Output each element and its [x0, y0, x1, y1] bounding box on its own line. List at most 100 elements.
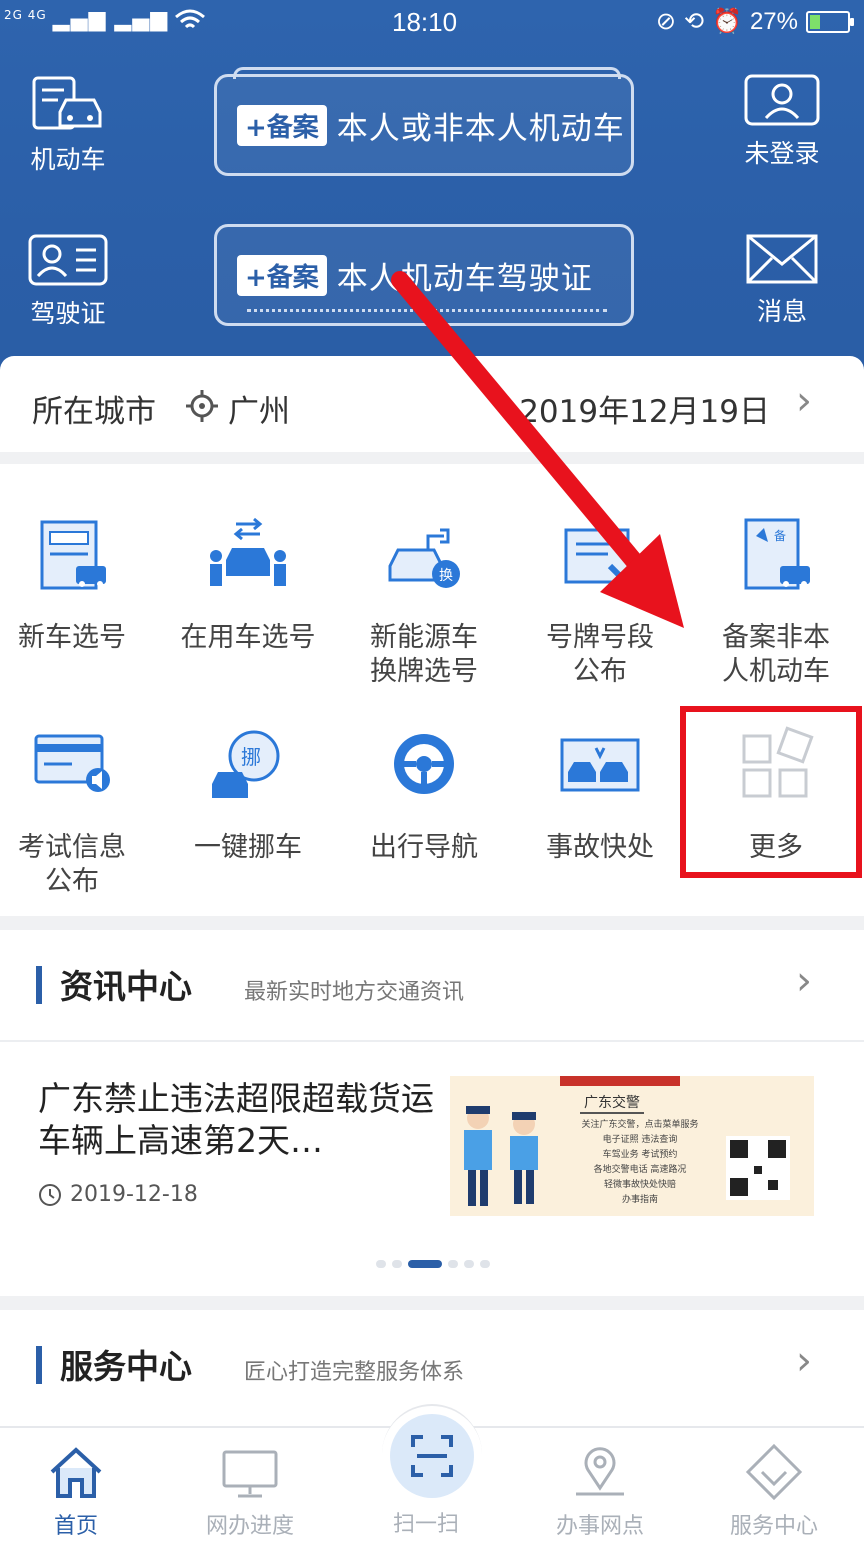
register-vehicle-card[interactable]: +备案 本人或非本人机动车 — [214, 67, 634, 176]
nav-label: 办事网点 — [555, 1514, 644, 1539]
register-badge: +备案 — [237, 254, 327, 296]
wifi-icon — [175, 9, 206, 29]
nav-service-center[interactable]: 服务中心 — [688, 1442, 860, 1540]
chevron-right-icon[interactable]: › — [796, 1338, 812, 1384]
nav-scan[interactable]: 扫一扫 — [340, 1442, 512, 1538]
news-section: 资讯中心 最新实时地方交通资讯 › 广东禁止违法超限超载货运车辆上高速第2天… … — [0, 930, 864, 1296]
used-car-plate-icon — [210, 517, 286, 586]
home-icon — [50, 1447, 102, 1498]
news-article-date: 2019-12-18 — [70, 1182, 198, 1207]
message-label: 消息 — [756, 297, 807, 326]
vehicle-tile[interactable]: 机动车 — [8, 72, 128, 176]
thumb-lines: 关注广东交警，点击菜单服务 电子证照 违法查询 车驾业务 考试预约 各地交警电话… — [581, 1120, 699, 1205]
thumb-caption: 广东交警 — [580, 1092, 644, 1114]
login-tile[interactable]: 未登录 — [722, 72, 842, 170]
nav-label: 首页 — [53, 1514, 98, 1539]
alarm-icon: ⏰ — [712, 8, 742, 35]
signal-indicator: 2G 4G ▂▄▆ ▂▄▆ — [4, 8, 206, 32]
pager-dot[interactable] — [376, 1260, 386, 1268]
register-license-text: 本人机动车驾驶证 — [336, 260, 593, 297]
battery-percent: 27% — [749, 7, 798, 35]
nav-home[interactable]: 首页 — [0, 1442, 162, 1540]
svg-text:换: 换 — [439, 567, 453, 584]
service-navigation[interactable]: 出行导航 — [338, 726, 510, 865]
accident-icon — [560, 738, 640, 792]
service-plate-segment[interactable]: 号牌号段 公布 — [514, 516, 686, 689]
ev-car-icon: 换 — [388, 528, 460, 588]
news-thumbnail[interactable]: 广东交警 关注广东交警，点击菜单服务 电子证照 违法查询 车驾业务 考试预约 各… — [450, 1076, 814, 1216]
service-label: 新能源车 换牌选号 — [370, 622, 478, 687]
service-label: 一键挪车 — [194, 832, 302, 863]
service-label: 备案非本 人机动车 — [722, 622, 830, 687]
pager-dot[interactable] — [408, 1260, 442, 1268]
battery-icon — [806, 10, 854, 33]
exam-info-icon — [34, 734, 110, 792]
mute-icon: ⊘ — [655, 8, 676, 35]
city-name[interactable]: 广州 — [228, 386, 290, 431]
news-subtitle: 最新实时地方交通资讯 — [244, 980, 465, 1005]
register-badge: +备案 — [237, 104, 327, 146]
service-new-car-plate[interactable]: 新车选号 — [0, 516, 158, 655]
chevron-right-icon[interactable]: › — [796, 378, 812, 424]
news-article-date-row: 2019-12-18 — [38, 1182, 198, 1207]
service-label: 新车选号 — [18, 622, 126, 653]
service-accident[interactable]: 事故快处 — [514, 726, 686, 865]
register-car-icon: 备 — [744, 518, 810, 590]
pager-dot[interactable] — [448, 1260, 458, 1268]
svg-text:挪: 挪 — [241, 745, 261, 769]
login-label: 未登录 — [744, 139, 820, 168]
service-move-car[interactable]: 挪 一键挪车 — [162, 726, 334, 865]
service-diamond-icon — [745, 1443, 803, 1501]
pager-dot[interactable] — [480, 1260, 490, 1268]
nav-label: 扫一扫 — [392, 1512, 459, 1537]
clock-icon — [39, 1183, 61, 1206]
pager-dot[interactable] — [392, 1260, 402, 1268]
news-article-title[interactable]: 广东禁止违法超限超载货运车辆上高速第2天… — [38, 1078, 438, 1162]
car-icon — [32, 76, 102, 130]
service-center-subtitle: 匠心打造完整服务体系 — [244, 1360, 465, 1385]
service-ev-car[interactable]: 换 新能源车 换牌选号 — [338, 516, 510, 689]
steering-wheel-icon — [394, 734, 454, 794]
vehicle-label: 机动车 — [30, 145, 106, 174]
service-exam-info[interactable]: 考试信息 公布 — [0, 726, 158, 899]
monitor-icon — [222, 1450, 278, 1498]
news-header[interactable]: 资讯中心 最新实时地方交通资讯 › — [0, 930, 864, 1040]
user-icon — [744, 74, 820, 126]
service-center-title: 服务中心 — [60, 1347, 192, 1386]
mail-icon — [746, 234, 818, 284]
service-label: 考试信息 公布 — [18, 832, 126, 897]
nav-progress[interactable]: 网办进度 — [164, 1442, 336, 1540]
current-date: 2019年12月19日 — [519, 394, 770, 430]
service-label: 事故快处 — [546, 832, 654, 863]
city-label: 所在城市 — [32, 394, 156, 430]
clock: 18:10 — [392, 7, 458, 37]
signal-bars-icon: ▂▄▆ ▂▄▆ — [52, 7, 169, 32]
network-label: 2G 4G — [4, 8, 47, 22]
location-pin-icon — [576, 1447, 624, 1496]
status-bar: 2G 4G ▂▄▆ ▂▄▆ 18:10 ⊘ ⟲ ⏰ 27% — [0, 0, 864, 44]
pager-dot[interactable] — [464, 1260, 474, 1268]
chevron-right-icon[interactable]: › — [796, 958, 812, 1004]
bottom-nav: 首页 网办进度 扫一扫 办事网点 服务中心 — [0, 1404, 864, 1554]
service-label: 在用车选号 — [180, 622, 316, 653]
nav-label: 服务中心 — [729, 1514, 818, 1539]
license-label: 驾驶证 — [30, 299, 106, 328]
license-icon — [28, 234, 108, 286]
message-tile[interactable]: 消息 — [722, 232, 842, 328]
service-label: 出行导航 — [370, 832, 478, 863]
license-tile[interactable]: 驾驶证 — [8, 232, 128, 330]
carousel-pager[interactable] — [376, 1260, 490, 1268]
register-license-card[interactable]: +备案 本人机动车驾驶证 — [214, 224, 634, 326]
city-row[interactable]: 所在城市 广州 2019年12月19日 › — [0, 356, 864, 452]
register-vehicle-text: 本人或非本人机动车 — [336, 110, 625, 147]
lock-rotation-icon: ⟲ — [683, 8, 705, 35]
nav-service-points[interactable]: 办事网点 — [514, 1442, 686, 1540]
service-label: 号牌号段 公布 — [546, 622, 654, 687]
header: 2G 4G ▂▄▆ ▂▄▆ 18:10 ⊘ ⟲ ⏰ 27% 机动车 驾驶证 +备… — [0, 0, 864, 390]
new-car-plate-icon — [40, 520, 106, 590]
service-used-car-plate[interactable]: 在用车选号 — [162, 516, 334, 655]
locate-icon — [186, 390, 218, 422]
svg-text:备: 备 — [774, 529, 786, 543]
service-register-car[interactable]: 备 备案非本 人机动车 — [690, 516, 862, 689]
nav-label: 网办进度 — [205, 1514, 294, 1539]
